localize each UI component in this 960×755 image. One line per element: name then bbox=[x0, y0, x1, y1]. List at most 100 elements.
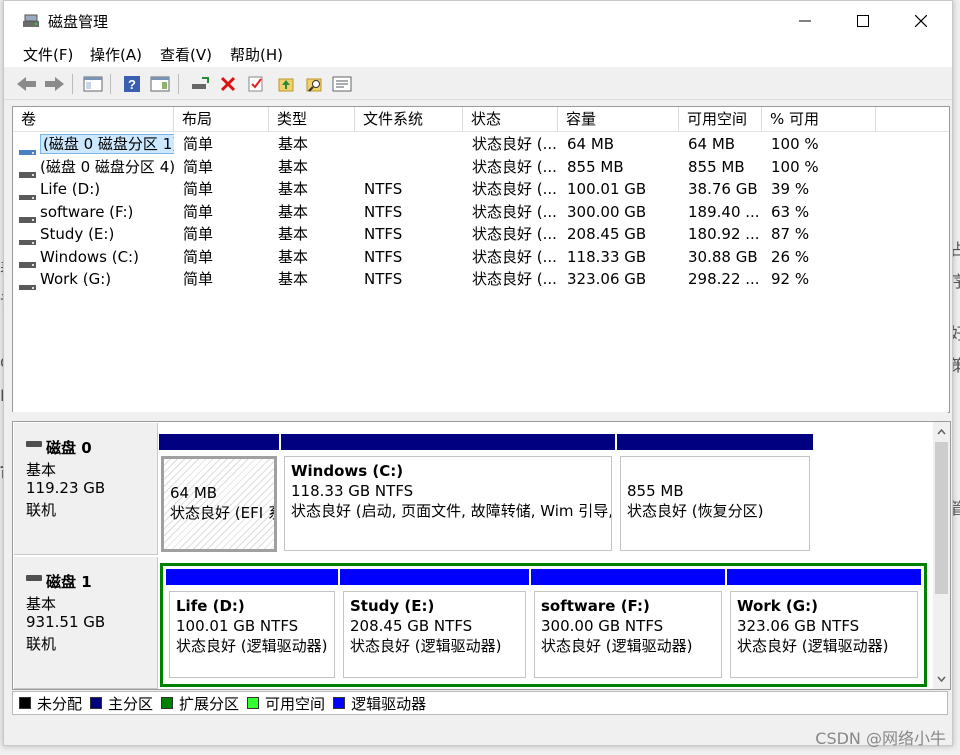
disk-0-label[interactable]: 磁盘 0 基本 119.23 GB 联机 bbox=[14, 423, 158, 555]
cell-layout: 简单 bbox=[183, 225, 214, 243]
legend-label: 可用空间 bbox=[265, 694, 326, 713]
partition-block[interactable]: Windows (C:) 118.33 GB NTFS 状态良好 (启动, 页面文件… bbox=[281, 434, 615, 554]
show-hide-console-tree-button[interactable] bbox=[82, 73, 104, 95]
partition-status: 状态良好 (EFI 系 bbox=[170, 504, 277, 522]
column-header-status[interactable]: 状态 bbox=[463, 107, 558, 131]
help-button[interactable]: ? bbox=[121, 73, 143, 95]
properties-button[interactable] bbox=[331, 73, 353, 95]
partition-type-bar bbox=[159, 434, 279, 450]
forward-button[interactable] bbox=[44, 73, 66, 95]
pane-splitter[interactable] bbox=[12, 412, 948, 420]
volume-row[interactable]: Windows (C:) 简单 基本 NTFS 状态良好 (... 118.33 GB 30… bbox=[13, 246, 949, 268]
volume-row[interactable]: Life (D:) 简单 基本 NTFS 状态良好 (... 100.01 GB 38.76… bbox=[13, 178, 949, 200]
delete-button[interactable] bbox=[217, 73, 239, 95]
column-header-volume[interactable]: 卷 bbox=[13, 107, 174, 131]
partition-block[interactable]: Study (E:) 208.45 GB NTFS 状态良好 (逻辑驱动器) bbox=[340, 569, 529, 681]
cell-capacity: 208.45 GB bbox=[567, 225, 647, 243]
column-header-type[interactable]: 类型 bbox=[269, 107, 355, 131]
checklist-icon bbox=[248, 76, 263, 92]
connect-virtual-disk-button[interactable] bbox=[189, 73, 211, 95]
partition-status: 状态良好 (启动, 页面文件, 故障转储, Wim 引导, 基 bbox=[291, 502, 612, 520]
disk-1-label[interactable]: 磁盘 1 基本 931.51 GB 联机 bbox=[14, 557, 158, 689]
legend-item: 逻辑驱动器 bbox=[333, 693, 426, 714]
cell-percent-free: 92 % bbox=[771, 270, 810, 288]
watermark: CSDN @网络小牛 bbox=[815, 729, 946, 748]
menu-view[interactable]: 查看(V) bbox=[160, 44, 212, 65]
menu-action[interactable]: 操作(A) bbox=[90, 44, 142, 65]
window-title: 磁盘管理 bbox=[48, 13, 109, 31]
cell-volume-name: (磁盘 0 磁盘分区 1) bbox=[13, 133, 174, 155]
toolbar-separator bbox=[110, 74, 111, 94]
menu-bar: 文件(F) 操作(A) 查看(V) 帮助(H) bbox=[4, 41, 952, 67]
column-header-capacity[interactable]: 容量 bbox=[558, 107, 679, 131]
cell-type: 基本 bbox=[278, 157, 309, 176]
partition-body: Study (E:) 208.45 GB NTFS 状态良好 (逻辑驱动器) bbox=[343, 591, 526, 678]
menu-help[interactable]: 帮助(H) bbox=[230, 44, 283, 65]
maximize-button[interactable] bbox=[834, 1, 892, 41]
search-button[interactable] bbox=[303, 73, 325, 95]
partition-body: 64 MB 状态良好 (EFI 系 bbox=[161, 456, 277, 552]
partition-size: 100.01 GB NTFS bbox=[176, 617, 299, 635]
cell-filesystem: NTFS bbox=[364, 202, 403, 221]
title-bar[interactable]: 磁盘管理 bbox=[4, 1, 952, 41]
legend-label: 逻辑驱动器 bbox=[351, 694, 427, 713]
column-header-free-space[interactable]: 可用空间 bbox=[679, 107, 762, 131]
partition-type-bar bbox=[531, 569, 725, 585]
partition-block[interactable]: Life (D:) 100.01 GB NTFS 状态良好 (逻辑驱动器) bbox=[166, 569, 338, 681]
cell-status: 状态良好 (... bbox=[472, 157, 557, 176]
cell-layout: 简单 bbox=[183, 202, 214, 221]
cell-free-space: 30.88 GB bbox=[688, 247, 758, 266]
volume-name-text: software (F:) bbox=[40, 202, 134, 221]
disk-1-kind: 基本 bbox=[26, 595, 57, 613]
folder-up-button[interactable] bbox=[275, 73, 297, 95]
scroll-up-icon[interactable] bbox=[933, 424, 950, 440]
cell-layout: 简单 bbox=[183, 157, 214, 176]
volume-row[interactable]: Study (E:) 简单 基本 NTFS 状态良好 (... 208.45 GB 180.… bbox=[13, 223, 949, 245]
volume-row[interactable]: Work (G:) 简单 基本 NTFS 状态良好 (... 323.06 GB 298.2… bbox=[13, 268, 949, 290]
minimize-button[interactable] bbox=[776, 1, 834, 41]
cell-filesystem: NTFS bbox=[364, 225, 403, 243]
cell-capacity: 300.00 GB bbox=[567, 202, 647, 221]
delete-x-icon bbox=[220, 76, 236, 92]
cell-capacity: 64 MB bbox=[567, 135, 615, 153]
scroll-down-icon[interactable] bbox=[933, 671, 950, 687]
partition-block[interactable]: 64 MB 状态良好 (EFI 系 bbox=[159, 434, 279, 554]
column-header-layout[interactable]: 布局 bbox=[174, 107, 269, 131]
volume-row[interactable]: software (F:) 简单 基本 NTFS 状态良好 (... 300.00 GB 1… bbox=[13, 201, 949, 223]
back-button[interactable] bbox=[16, 73, 38, 95]
partition-block[interactable]: software (F:) 300.00 GB NTFS 状态良好 (逻辑驱动器) bbox=[531, 569, 725, 681]
partition-block[interactable]: Work (G:) 323.06 GB NTFS 状态良好 (逻辑驱动器) bbox=[727, 569, 921, 681]
connect-disk-icon bbox=[192, 77, 209, 89]
partition-status: 状态良好 (逻辑驱动器) bbox=[176, 637, 328, 655]
partition-body: software (F:) 300.00 GB NTFS 状态良好 (逻辑驱动器) bbox=[534, 591, 722, 678]
volume-row[interactable]: (磁盘 0 磁盘分区 4) 简单 基本 状态良好 (... 855 MB 855 MB 10… bbox=[13, 156, 949, 178]
forward-arrow-icon bbox=[45, 77, 64, 91]
show-action-pane-button[interactable] bbox=[149, 73, 171, 95]
legend-item: 未分配 bbox=[19, 693, 82, 714]
volume-icon bbox=[19, 276, 36, 290]
partition-title: Windows (C:) bbox=[291, 462, 404, 480]
disk-0-partitions: 64 MB 状态良好 (EFI 系 Windows (C:) 118.33 GB NT… bbox=[159, 434, 816, 554]
cell-free-space: 64 MB bbox=[688, 135, 736, 153]
cell-status: 状态良好 (... bbox=[472, 225, 557, 243]
cell-filesystem: NTFS bbox=[364, 270, 403, 288]
disk-1-extended-partition: Life (D:) 100.01 GB NTFS 状态良好 (逻辑驱动器) Study… bbox=[160, 563, 927, 687]
cell-layout: 简单 bbox=[183, 180, 214, 198]
volume-row[interactable]: (磁盘 0 磁盘分区 1) 简单 基本 状态良好 (... 64 MB 64 MB 100 … bbox=[13, 133, 949, 155]
check-disk-button[interactable] bbox=[245, 73, 267, 95]
column-header-filesystem[interactable]: 文件系统 bbox=[355, 107, 463, 131]
cell-status: 状态良好 (... bbox=[472, 202, 557, 221]
scrollbar-thumb[interactable] bbox=[935, 442, 948, 594]
partition-block[interactable]: 855 MB 状态良好 (恢复分区) bbox=[617, 434, 813, 554]
column-header-percent-free[interactable]: % 可用 bbox=[762, 107, 876, 131]
cell-type: 基本 bbox=[278, 225, 309, 243]
cell-type: 基本 bbox=[278, 180, 309, 198]
partition-body: Windows (C:) 118.33 GB NTFS 状态良好 (启动, 页面文件… bbox=[284, 456, 612, 551]
cell-layout: 简单 bbox=[183, 270, 214, 288]
disk-view-scrollbar[interactable] bbox=[933, 422, 950, 689]
legend-label: 扩展分区 bbox=[179, 694, 240, 713]
disk-icon bbox=[26, 574, 42, 581]
close-button[interactable] bbox=[892, 1, 950, 41]
partition-type-bar bbox=[727, 569, 921, 585]
menu-file[interactable]: 文件(F) bbox=[23, 44, 73, 65]
